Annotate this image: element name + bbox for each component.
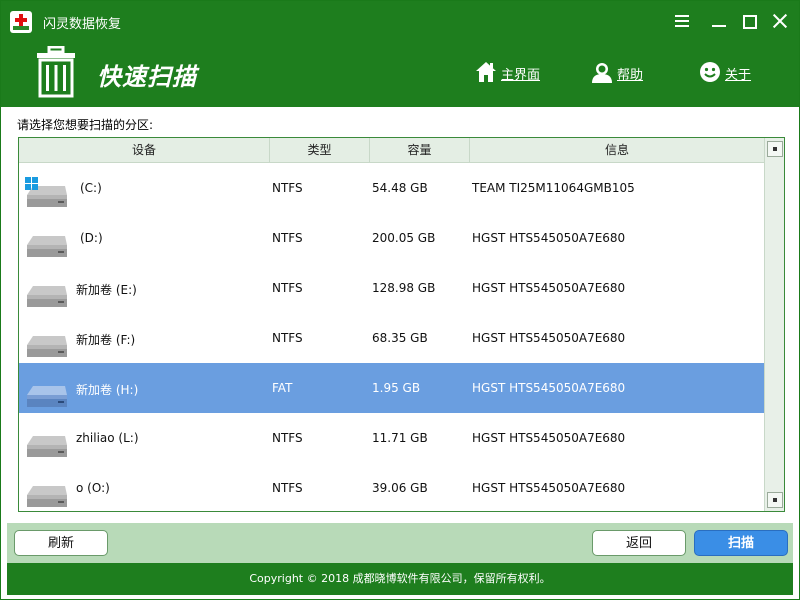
table-row-selected[interactable]: 新加卷 (H:) FAT 1.95 GB HGST HTS545050A7E68… xyxy=(19,363,764,413)
copyright-text: Copyright © 2018 成都晓博软件有限公司，保留所有权利。 xyxy=(7,563,793,595)
button-bar: 刷新 返回 扫描 xyxy=(7,523,793,563)
minimize-icon[interactable] xyxy=(707,9,731,33)
close-icon[interactable] xyxy=(768,9,792,33)
disk-info: HGST HTS545050A7E680 xyxy=(472,381,626,395)
scroll-up-button[interactable] xyxy=(767,141,783,157)
column-header-type[interactable]: 类型 xyxy=(270,138,370,162)
capacity: 54.48 GB xyxy=(372,181,428,195)
disk-info: HGST HTS545050A7E680 xyxy=(472,231,626,245)
disk-info: HGST HTS545050A7E680 xyxy=(472,281,626,295)
column-header-device[interactable]: 设备 xyxy=(19,138,270,162)
smiley-icon xyxy=(700,62,720,82)
hard-drive-icon xyxy=(27,486,67,507)
fs-type: NTFS xyxy=(272,431,303,445)
fs-type: FAT xyxy=(272,381,293,395)
table-row[interactable]: (D:) NTFS 200.05 GB HGST HTS545050A7E680 xyxy=(19,213,764,263)
back-button[interactable]: 返回 xyxy=(592,530,686,556)
device-name: (D:) xyxy=(80,231,103,245)
table-row[interactable]: 新加卷 (E:) NTFS 128.98 GB HGST HTS545050A7… xyxy=(19,263,764,313)
windows-logo-icon xyxy=(25,177,39,191)
capacity: 1.95 GB xyxy=(372,381,421,395)
page-title: 快速扫描 xyxy=(97,63,197,91)
hard-drive-icon xyxy=(27,336,67,357)
help-nav-button[interactable]: 帮助 xyxy=(591,61,651,85)
table-row[interactable]: (C:) NTFS 54.48 GB TEAM TI25M11064GMB105 xyxy=(19,163,764,213)
trash-icon xyxy=(37,46,75,98)
fs-type: NTFS xyxy=(272,181,303,195)
device-name: (C:) xyxy=(80,181,102,195)
device-name: 新加卷 (F:) xyxy=(76,333,136,347)
device-name: 新加卷 (H:) xyxy=(76,383,139,397)
scroll-thumb[interactable] xyxy=(767,162,783,488)
disk-info: HGST HTS545050A7E680 xyxy=(472,431,626,445)
home-nav-label: 主界面 xyxy=(501,68,541,83)
hard-drive-icon xyxy=(27,236,67,257)
fs-type: NTFS xyxy=(272,231,303,245)
disk-info: HGST HTS545050A7E680 xyxy=(472,331,626,345)
device-name: o (O:) xyxy=(76,481,110,495)
fs-type: NTFS xyxy=(272,281,303,295)
about-nav-label: 关于 xyxy=(725,68,752,83)
disk-info: TEAM TI25M11064GMB105 xyxy=(472,181,635,195)
title-bar[interactable]: 闪灵数据恢复 xyxy=(1,1,799,41)
partition-list[interactable]: 设备 类型 容量 信息 (C:) NTFS 54.48 GB TEAM TI25… xyxy=(18,137,785,512)
column-header-info[interactable]: 信息 xyxy=(470,138,764,162)
table-row[interactable]: 新加卷 (F:) NTFS 68.35 GB HGST HTS545050A7E… xyxy=(19,313,764,363)
header-band: 快速扫描 主界面 帮助 关于 xyxy=(1,41,799,107)
column-header-size[interactable]: 容量 xyxy=(370,138,470,162)
table-row[interactable]: zhiliao (L:) NTFS 11.71 GB HGST HTS54505… xyxy=(19,413,764,463)
fs-type: NTFS xyxy=(272,481,303,495)
help-nav-label: 帮助 xyxy=(617,68,644,83)
about-nav-button[interactable]: 关于 xyxy=(699,61,759,85)
capacity: 11.71 GB xyxy=(372,431,428,445)
home-nav-button[interactable]: 主界面 xyxy=(475,61,545,85)
capacity: 68.35 GB xyxy=(372,331,428,345)
home-icon xyxy=(476,62,496,82)
fs-type: NTFS xyxy=(272,331,303,345)
device-name: 新加卷 (E:) xyxy=(76,283,137,297)
disk-info: HGST HTS545050A7E680 xyxy=(472,481,626,495)
hard-drive-icon xyxy=(27,436,67,457)
menu-icon[interactable] xyxy=(670,9,694,33)
scan-button[interactable]: 扫描 xyxy=(694,530,788,556)
scroll-down-button[interactable] xyxy=(767,492,783,508)
device-name: zhiliao (L:) xyxy=(76,431,139,445)
refresh-button[interactable]: 刷新 xyxy=(14,530,108,556)
app-logo-icon xyxy=(10,11,32,33)
maximize-icon[interactable] xyxy=(738,9,762,33)
vertical-scrollbar[interactable] xyxy=(764,138,784,511)
app-window: 闪灵数据恢复 快速扫描 主界面 帮助 关于 请选择您想要扫描的分区: 设备 类型… xyxy=(0,0,800,600)
table-row[interactable]: o (O:) NTFS 39.06 GB HGST HTS545050A7E68… xyxy=(19,463,764,511)
capacity: 200.05 GB xyxy=(372,231,436,245)
table-header: 设备 类型 容量 信息 xyxy=(19,138,764,163)
hard-drive-icon xyxy=(27,386,67,407)
hard-drive-icon xyxy=(27,286,67,307)
user-help-icon xyxy=(592,63,612,83)
capacity: 128.98 GB xyxy=(372,281,436,295)
capacity: 39.06 GB xyxy=(372,481,428,495)
instruction-text: 请选择您想要扫描的分区: xyxy=(17,118,154,132)
window-title: 闪灵数据恢复 xyxy=(43,17,122,32)
